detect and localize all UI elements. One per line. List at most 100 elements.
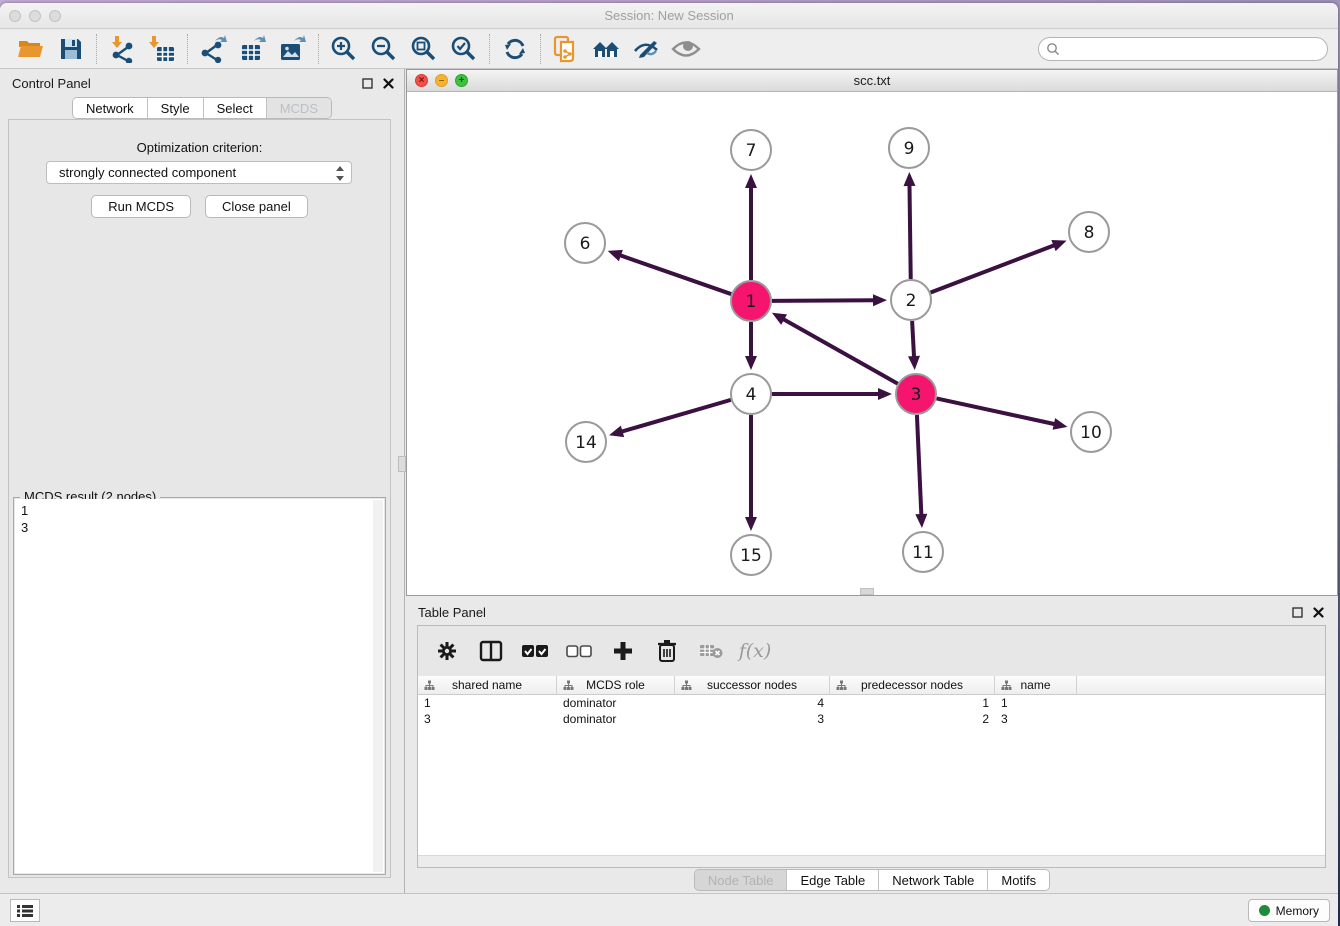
tab-motifs[interactable]: Motifs: [988, 870, 1049, 890]
developer-list-button[interactable]: [10, 899, 40, 922]
tab-network-table[interactable]: Network Table: [879, 870, 988, 890]
zoom-in-button[interactable]: [329, 34, 359, 64]
zoom-out-icon: [370, 35, 398, 63]
show-graphics-details-icon: [671, 38, 701, 60]
network-canvas[interactable]: 7968124314101511: [407, 92, 1337, 595]
edge-4-14[interactable]: [621, 400, 731, 432]
arrowhead-4-14: [609, 426, 624, 438]
edge-1-2[interactable]: [772, 300, 875, 301]
edge-1-6[interactable]: [619, 255, 731, 294]
function-builder-icon: f(x): [739, 640, 772, 662]
window-title: Session: New Session: [0, 8, 1338, 23]
tab-mcds[interactable]: MCDS: [267, 98, 331, 118]
table-cell: 3: [675, 711, 830, 727]
hide-graphics-details-icon: [632, 37, 660, 61]
tab-edge-table[interactable]: Edge Table: [787, 870, 879, 890]
tab-style[interactable]: Style: [148, 98, 204, 118]
mcds-result-box: MCDS result (2 nodes) 13: [13, 497, 386, 875]
table-cell: 1: [995, 695, 1077, 711]
tab-network[interactable]: Network: [73, 98, 148, 118]
network-window-title: scc.txt: [407, 73, 1337, 88]
control-panel-title: Control Panel: [12, 76, 91, 91]
export-network-button[interactable]: [198, 34, 228, 64]
table-row[interactable]: 1dominator411: [418, 695, 1325, 711]
save-session-button[interactable]: [56, 34, 86, 64]
open-session-icon: [17, 36, 45, 62]
column-type-icon: [836, 680, 847, 694]
close-table-panel-icon[interactable]: [1313, 605, 1324, 623]
criterion-dropdown[interactable]: strongly connected component: [46, 161, 352, 184]
create-column-icon: [612, 640, 634, 662]
column-header-successor-nodes[interactable]: successor nodes: [675, 676, 830, 694]
refresh-view-button[interactable]: [500, 34, 530, 64]
toggle-panel-layout-button[interactable]: [478, 638, 504, 664]
first-neighbors-button[interactable]: [591, 34, 621, 64]
hide-graphics-details-button[interactable]: [631, 34, 661, 64]
edge-2-3[interactable]: [912, 321, 914, 358]
search-input[interactable]: [1038, 37, 1328, 61]
table-cell: dominator: [557, 711, 675, 727]
criterion-value: strongly connected component: [59, 165, 236, 180]
edge-3-11[interactable]: [917, 415, 921, 516]
import-table-button[interactable]: [147, 34, 177, 64]
import-network-button[interactable]: [107, 34, 137, 64]
memory-button[interactable]: Memory: [1248, 899, 1330, 922]
result-scrollbar[interactable]: [373, 500, 383, 872]
node-label-7: 7: [746, 141, 757, 161]
arrowhead-4-3: [878, 388, 892, 400]
main-toolbar: [0, 30, 1338, 69]
tab-select[interactable]: Select: [204, 98, 267, 118]
column-header-name[interactable]: name: [995, 676, 1077, 694]
run-mcds-button[interactable]: Run MCDS: [91, 195, 191, 218]
node-label-8: 8: [1084, 223, 1095, 243]
edge-2-9[interactable]: [909, 184, 910, 279]
arrowhead-2-3: [908, 356, 920, 370]
show-graphics-details-button[interactable]: [671, 34, 701, 64]
clone-network-button[interactable]: [551, 34, 581, 64]
edge-2-8[interactable]: [931, 245, 1056, 293]
zoom-in-icon: [330, 35, 358, 63]
node-label-9: 9: [904, 139, 915, 159]
float-table-panel-icon[interactable]: [1292, 605, 1303, 623]
node-label-1: 1: [746, 292, 757, 312]
table-cell: dominator: [557, 695, 675, 711]
zoom-out-button[interactable]: [369, 34, 399, 64]
function-builder-button: f(x): [742, 638, 768, 664]
table-row[interactable]: 3dominator323: [418, 711, 1325, 727]
vertical-splitter-handle[interactable]: [398, 456, 406, 472]
column-header-MCDS-role[interactable]: MCDS role: [557, 676, 675, 694]
close-panel-icon[interactable]: [383, 76, 394, 94]
delete-table-icon: [699, 642, 723, 660]
column-type-icon: [563, 680, 574, 694]
arrowhead-4-15: [745, 517, 757, 531]
memory-label: Memory: [1276, 904, 1319, 918]
float-panel-icon[interactable]: [362, 76, 373, 94]
mcds-panel: Optimization criterion: strongly connect…: [8, 119, 391, 878]
close-panel-button[interactable]: Close panel: [205, 195, 308, 218]
column-label: successor nodes: [707, 678, 797, 692]
column-label: MCDS role: [586, 678, 645, 692]
column-header-shared-name[interactable]: shared name: [418, 676, 557, 694]
deselect-all-button[interactable]: [566, 638, 592, 664]
tab-node-table[interactable]: Node Table: [695, 870, 788, 890]
search-icon: [1046, 42, 1060, 61]
arrowhead-1-7: [745, 174, 757, 188]
delete-columns-button[interactable]: [654, 638, 680, 664]
export-table-button[interactable]: [238, 34, 268, 64]
table-settings-button[interactable]: [434, 638, 460, 664]
edge-3-1[interactable]: [782, 319, 897, 384]
edge-3-10[interactable]: [937, 398, 1056, 424]
zoom-fit-icon: [410, 35, 438, 63]
column-header-predecessor-nodes[interactable]: predecessor nodes: [830, 676, 995, 694]
network-view-window: × – + scc.txt 7968124314101511: [406, 69, 1338, 596]
export-image-button[interactable]: [278, 34, 308, 64]
open-session-button[interactable]: [16, 34, 46, 64]
memory-status-icon: [1259, 905, 1270, 916]
zoom-fit-button[interactable]: [409, 34, 439, 64]
select-all-button[interactable]: [522, 638, 548, 664]
create-column-button[interactable]: [610, 638, 636, 664]
horizontal-splitter-handle[interactable]: [860, 588, 874, 595]
table-scrollbar-strip[interactable]: [418, 855, 1325, 867]
mcds-result-list: 13: [15, 499, 384, 873]
zoom-selected-button[interactable]: [449, 34, 479, 64]
